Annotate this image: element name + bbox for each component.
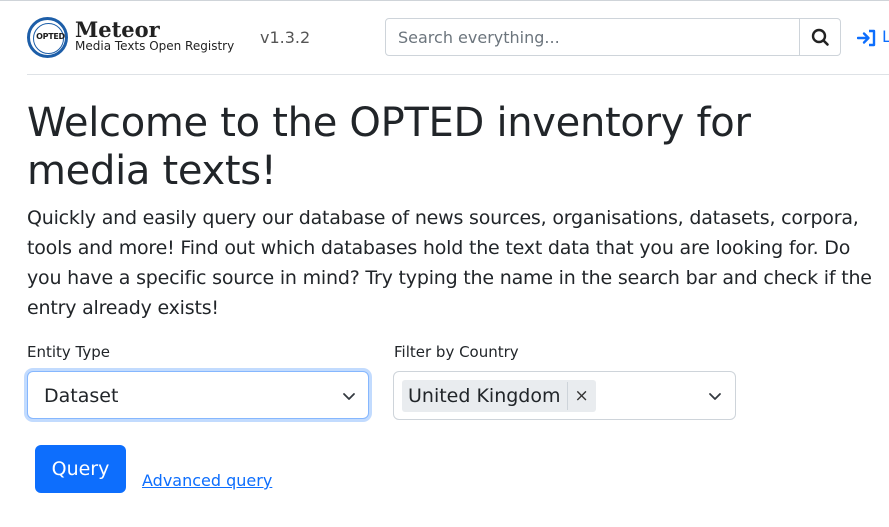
country-filter-label: Filter by Country [394, 343, 519, 361]
chevron-down-icon[interactable] [708, 392, 722, 401]
search-bar [385, 18, 841, 56]
country-chip-label: United Kingdom [408, 385, 561, 407]
query-button[interactable]: Query [35, 445, 126, 493]
search-icon [811, 28, 829, 46]
chevron-down-icon [343, 393, 355, 400]
page-title: Welcome to the OPTED inventory for media… [27, 100, 751, 194]
opted-logo[interactable]: OPTED [27, 17, 68, 58]
brand-subtitle: Media Texts Open Registry [75, 39, 235, 53]
header-divider [27, 74, 889, 75]
sign-in-icon[interactable] [857, 29, 877, 47]
logo-text: OPTED [36, 32, 65, 41]
advanced-query-link[interactable]: Advanced query [142, 471, 272, 491]
entity-type-select[interactable]: Dataset [27, 371, 369, 419]
search-button[interactable] [799, 18, 841, 56]
login-link[interactable]: L [882, 27, 889, 47]
intro-text: Quickly and easily query our database of… [27, 207, 872, 319]
top-border [0, 0, 889, 1]
country-filter-select[interactable]: United Kingdom × [393, 371, 736, 420]
entity-type-value: Dataset [44, 385, 119, 407]
country-chip: United Kingdom × [402, 380, 596, 412]
version-label: v1.3.2 [260, 28, 311, 47]
entity-type-label: Entity Type [27, 343, 111, 361]
close-icon[interactable]: × [566, 382, 596, 410]
search-input[interactable] [386, 19, 799, 55]
